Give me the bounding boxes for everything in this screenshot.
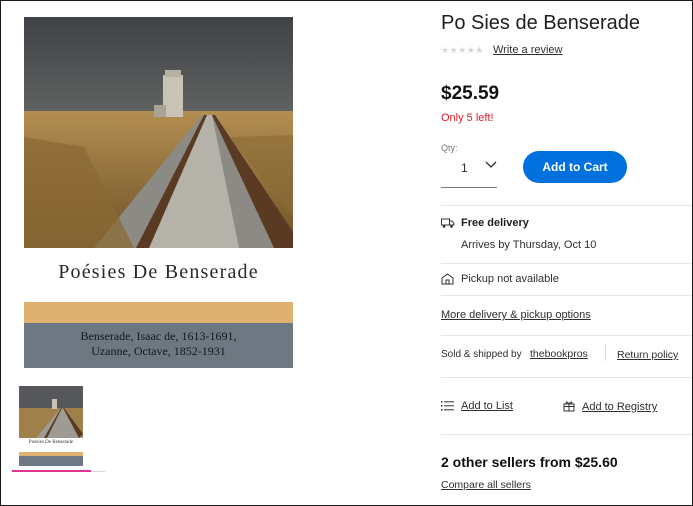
thumbnail-track bbox=[91, 471, 105, 472]
product-title: Po Sies de Benserade bbox=[441, 12, 641, 34]
cover-author-band: Benserade, Isaac de, 1613-1691, Uzanne, … bbox=[24, 323, 293, 368]
seller-link[interactable]: thebookpros bbox=[530, 348, 588, 360]
sold-by-label: Sold & shipped by bbox=[441, 349, 522, 360]
thumbnail-selected-indicator bbox=[12, 470, 91, 472]
chevron-down-icon[interactable] bbox=[484, 157, 498, 171]
quantity-select[interactable]: 1 bbox=[461, 161, 468, 175]
add-to-list-link[interactable]: Add to List bbox=[461, 400, 513, 412]
divider bbox=[441, 335, 692, 336]
add-to-registry-link[interactable]: Add to Registry bbox=[582, 401, 657, 413]
truck-icon bbox=[441, 218, 455, 228]
divider bbox=[441, 263, 692, 264]
pickup-status: Pickup not available bbox=[461, 273, 559, 285]
thumbnail-photo bbox=[19, 386, 83, 438]
stock-warning: Only 5 left! bbox=[441, 112, 494, 124]
add-to-cart-button[interactable]: Add to Cart bbox=[523, 151, 627, 183]
other-sellers-headline: 2 other sellers from $25.60 bbox=[441, 454, 618, 470]
divider bbox=[441, 205, 692, 206]
gift-icon bbox=[563, 401, 575, 412]
more-delivery-options-link[interactable]: More delivery & pickup options bbox=[441, 309, 591, 321]
store-icon bbox=[441, 273, 454, 285]
cover-title: Poésies De Benserade bbox=[58, 261, 259, 283]
cover-author-line: Benserade, Isaac de, 1613-1691, bbox=[80, 329, 237, 343]
divider bbox=[441, 377, 692, 378]
cover-author-line: Uzanne, Octave, 1852-1931 bbox=[91, 344, 226, 358]
cover-band bbox=[24, 302, 293, 323]
quantity-label: Qty: bbox=[441, 143, 458, 153]
return-policy-link[interactable]: Return policy bbox=[617, 349, 678, 361]
write-review-link[interactable]: Write a review bbox=[493, 44, 562, 56]
thumbnail-author-band bbox=[19, 456, 83, 466]
main-product-image[interactable]: Poésies De Benserade Benserade, Isaac de… bbox=[24, 17, 293, 368]
vertical-separator bbox=[605, 344, 606, 361]
delivery-title: Free delivery bbox=[461, 217, 529, 229]
divider bbox=[441, 295, 692, 296]
thumbnail-title: Poésies De Benserade bbox=[28, 440, 74, 445]
delivery-date: Arrives by Thursday, Oct 10 bbox=[461, 239, 597, 251]
product-price: $25.59 bbox=[441, 83, 500, 104]
divider bbox=[441, 434, 692, 435]
quantity-underline bbox=[441, 187, 497, 188]
rating-stars: ★★★★★ bbox=[441, 45, 484, 55]
list-icon bbox=[441, 401, 454, 411]
compare-sellers-link[interactable]: Compare all sellers bbox=[441, 479, 531, 491]
image-thumbnail[interactable]: Poésies De Benserade bbox=[19, 386, 83, 468]
cover-photo-railroad bbox=[24, 17, 293, 248]
